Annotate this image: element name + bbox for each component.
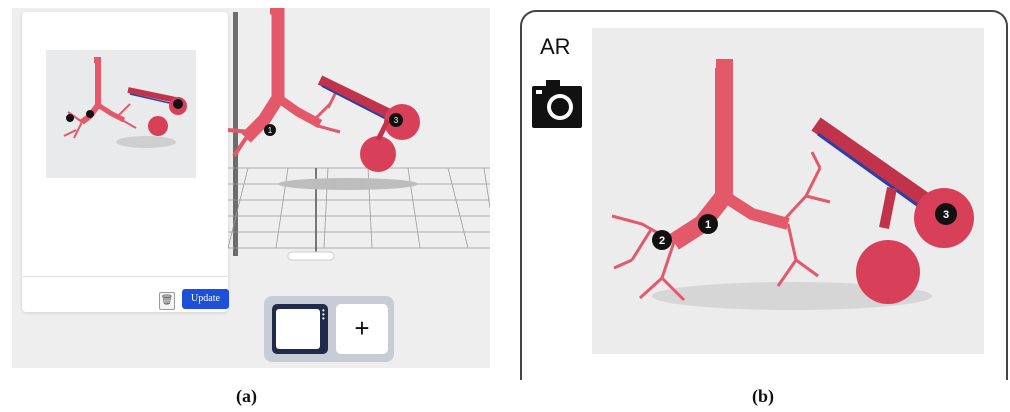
update-button[interactable]: Update	[182, 289, 229, 309]
caption-a: (a)	[236, 386, 257, 406]
editor-screenshot: 🗑 Update 1 3 • • • +	[12, 8, 490, 368]
marker-1: 1	[268, 126, 273, 135]
ar-camera-view[interactable]: 1 2 3	[592, 28, 984, 354]
marker-2: 2	[659, 235, 665, 247]
trash-icon: 🗑	[160, 295, 174, 306]
slide-tray: • • • +	[264, 296, 394, 362]
marker-3: 3	[943, 209, 949, 221]
editor-divider	[22, 276, 228, 277]
caption-b: (b)	[752, 386, 774, 406]
lung-model-small	[63, 57, 187, 148]
delete-button[interactable]: 🗑	[159, 292, 175, 310]
lung-model-ar: 1 2 3	[611, 59, 974, 310]
camera-icon[interactable]	[532, 74, 582, 130]
marker-1: 1	[705, 219, 711, 231]
model-editor-card: 🗑 Update	[22, 12, 238, 312]
slide-thumbnail-preview	[276, 309, 320, 349]
kebab-menu-icon[interactable]: • • •	[322, 307, 325, 323]
model-preview-thumbnail[interactable]	[46, 50, 196, 178]
ar-screenshot: AR 1 2 3	[520, 10, 1008, 380]
add-slide-button[interactable]: +	[336, 304, 388, 354]
marker-3: 3	[394, 116, 399, 125]
ar-mode-label: AR	[540, 34, 571, 59]
slide-thumbnail[interactable]: • • •	[272, 304, 328, 354]
